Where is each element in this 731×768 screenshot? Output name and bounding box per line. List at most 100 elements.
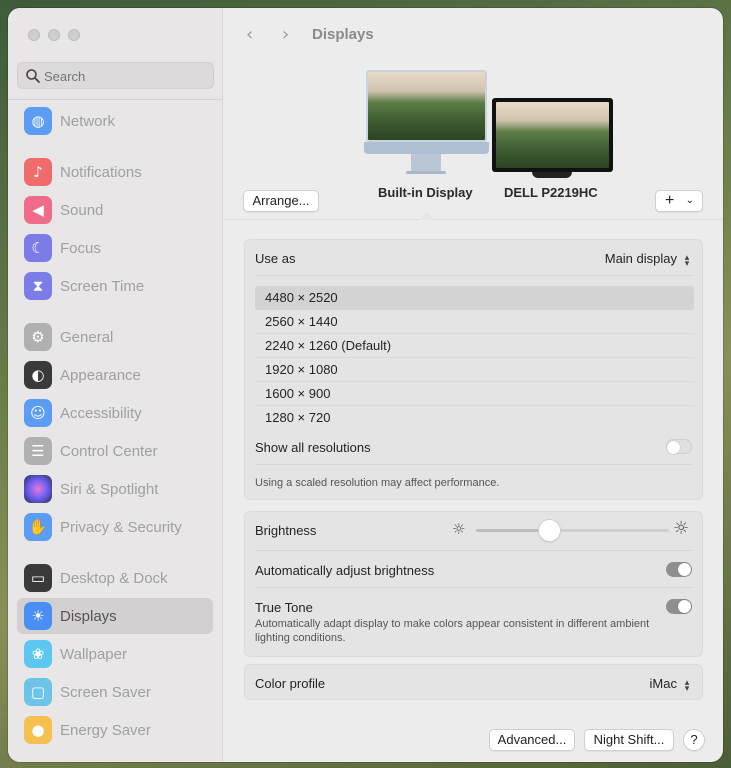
show-all-resolutions-label: Show all resolutions [255, 440, 371, 455]
divider [255, 275, 692, 276]
search-icon [26, 69, 40, 83]
toggles-icon: ☰ [24, 437, 52, 465]
forward-button[interactable]: › [282, 24, 289, 45]
advanced-button[interactable]: Advanced... [489, 729, 575, 751]
brightness-slider-knob[interactable] [539, 520, 560, 541]
true-tone-toggle[interactable] [666, 599, 692, 614]
resolution-option[interactable]: 1280 × 720 [255, 406, 694, 430]
sidebar-item-label: Network [60, 112, 116, 130]
minimize-button[interactable] [48, 29, 60, 41]
updown-chevron-icon: ▴ ▾ [684, 676, 690, 693]
sidebar-item-label: Wallpaper [60, 645, 127, 663]
add-display-button[interactable]: + ⌄ [655, 190, 703, 212]
auto-brightness-toggle[interactable] [666, 562, 692, 577]
external-display-screen [492, 98, 613, 172]
sidebar-item-privacy-security[interactable]: ✋ Privacy & Security [17, 509, 213, 545]
imac-stand [411, 154, 441, 171]
selection-caret [419, 212, 435, 220]
resolution-option[interactable]: 1600 × 900 [255, 382, 694, 406]
sidebar-item-general[interactable]: ⚙ General [17, 319, 213, 355]
sidebar-item-focus[interactable]: ☾ Focus [17, 230, 213, 266]
bulb-icon: ● [24, 716, 52, 744]
brightness-slider[interactable] [476, 520, 669, 541]
back-button[interactable]: ‹ [246, 24, 253, 45]
divider [255, 550, 692, 551]
sidebar-divider [8, 99, 223, 100]
brightness-high-icon: ☼ [673, 518, 690, 539]
sun-icon: ☀ [24, 602, 52, 630]
external-display-label[interactable]: DELL P2219HC [504, 185, 598, 200]
imac-chin [364, 142, 489, 154]
accessibility-icon: ☺ [24, 399, 52, 427]
auto-brightness-label: Automatically adjust brightness [255, 563, 435, 578]
sidebar-item-wallpaper[interactable]: ❀ Wallpaper [17, 636, 213, 672]
sidebar-item-label: Control Center [60, 442, 158, 460]
sidebar-item-label: Privacy & Security [60, 518, 182, 536]
close-button[interactable] [28, 29, 40, 41]
resolution-option[interactable]: 1920 × 1080 [255, 358, 694, 382]
builtin-display-thumbnail[interactable] [364, 70, 489, 182]
divider [255, 587, 692, 588]
sidebar-item-label: General [60, 328, 114, 346]
brightness-label: Brightness [255, 523, 317, 538]
builtin-display-label[interactable]: Built-in Display [378, 185, 473, 200]
gear-icon: ⚙ [24, 323, 52, 351]
zoom-button[interactable] [68, 29, 80, 41]
sidebar-item-label: Notifications [60, 163, 142, 181]
monitor-foot [532, 172, 572, 178]
appearance-icon: ◐ [24, 361, 52, 389]
night-shift-button[interactable]: Night Shift... [584, 729, 674, 751]
sidebar-item-control-center[interactable]: ☰ Control Center [17, 433, 213, 469]
sidebar-item-appearance[interactable]: ◐ Appearance [17, 357, 213, 393]
sidebar-item-notifications[interactable]: ♪ Notifications [17, 154, 213, 190]
flower-icon: ❀ [24, 640, 52, 668]
toolbar: ‹ › Displays [224, 8, 723, 60]
sidebar-item-label: Screen Saver [60, 683, 151, 701]
sidebar-item-displays[interactable]: ☀ Displays [17, 598, 213, 634]
sidebar-item-energy-saver[interactable]: ● Energy Saver [17, 712, 213, 748]
sidebar-item-label: Screen Time [60, 277, 145, 295]
resolution-option[interactable]: 4480 × 2520 [255, 286, 694, 310]
sidebar-item-sound[interactable]: ◀ Sound [17, 192, 213, 228]
dock-icon: ▭ [24, 564, 52, 592]
show-all-resolutions-toggle[interactable] [666, 439, 692, 454]
resolution-option[interactable]: 2240 × 1260 (Default) [255, 334, 694, 358]
divider [255, 464, 692, 465]
sidebar-item-screen-saver[interactable]: ▢ Screen Saver [17, 674, 213, 710]
sidebar-item-label: Desktop & Dock [60, 569, 168, 587]
display-arrangement: Arrange... Built-in Display DELL P2219HC… [224, 60, 723, 220]
bell-icon: ♪ [24, 158, 52, 186]
sidebar-item-screen-time[interactable]: ⧗ Screen Time [17, 268, 213, 304]
sidebar-item-label: Focus [60, 239, 101, 257]
sidebar-item-label: Appearance [60, 366, 141, 384]
color-profile-label: Color profile [255, 676, 326, 691]
scaled-resolution-note: Using a scaled resolution may affect per… [255, 477, 500, 489]
brightness-panel: Brightness ☼ ☼ Automatically adjust brig… [244, 511, 703, 657]
screensaver-icon: ▢ [24, 678, 52, 706]
sidebar-item-accessibility[interactable]: ☺ Accessibility [17, 395, 213, 431]
resolution-option[interactable]: 2560 × 1440 [255, 310, 694, 334]
color-profile-value: iMac [649, 676, 677, 691]
window-controls [28, 29, 80, 41]
imac-foot [406, 171, 446, 174]
help-button[interactable]: ? [683, 729, 705, 751]
speaker-icon: ◀ [24, 196, 52, 224]
resolution-panel: Use as Main display ▴ ▾ 4480 × 2520 2560 ×… [244, 239, 703, 500]
external-display-thumbnail[interactable] [492, 98, 613, 178]
builtin-display-screen [366, 70, 487, 142]
sidebar-item-label: Energy Saver [60, 721, 151, 739]
true-tone-description: Automatically adapt display to make colo… [255, 618, 650, 644]
settings-window: ◍ Network ♪ Notifications ◀ Sound ☾ Focu… [8, 8, 723, 762]
arrange-button[interactable]: Arrange... [243, 190, 319, 212]
updown-chevron-icon: ▴ ▾ [684, 251, 690, 268]
search-box[interactable] [17, 62, 214, 89]
use-as-popup[interactable]: Main display ▴ ▾ [604, 251, 692, 268]
brightness-low-icon: ☼ [452, 520, 466, 538]
sidebar-item-desktop-dock[interactable]: ▭ Desktop & Dock [17, 560, 213, 596]
search-input[interactable] [44, 67, 204, 85]
sidebar-item-siri-spotlight[interactable]: Siri & Spotlight [17, 471, 213, 507]
color-profile-popup[interactable]: iMac ▴ ▾ [649, 676, 692, 693]
use-as-value: Main display [604, 251, 677, 266]
use-as-label: Use as [255, 251, 296, 266]
sidebar-item-network[interactable]: ◍ Network [17, 103, 213, 139]
